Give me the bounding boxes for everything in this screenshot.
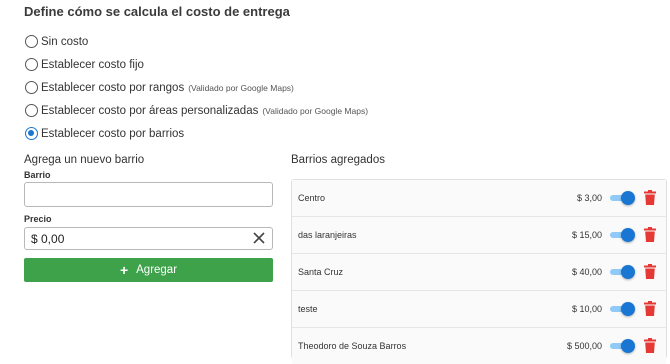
enabled-toggle[interactable] <box>610 228 636 242</box>
barrio-name: Santa Cruz <box>298 267 344 277</box>
option-label: Establecer costo fijo <box>41 58 144 71</box>
new-barrio-title: Agrega un nuevo barrio <box>24 154 145 166</box>
trash-icon[interactable] <box>644 190 656 205</box>
barrio-name: Theodoro de Souza Barros <box>298 341 407 351</box>
radio-button-selected[interactable] <box>25 127 38 140</box>
enabled-toggle[interactable] <box>610 302 636 316</box>
barrio-input[interactable] <box>24 182 273 207</box>
barrio-name: Centro <box>298 193 326 203</box>
option-costo-por-barrios[interactable]: Establecer costo por barrios <box>25 122 368 145</box>
enabled-toggle[interactable] <box>610 191 636 205</box>
list-item: Santa Cruz $ 40,00 <box>292 254 666 291</box>
enabled-toggle[interactable] <box>610 339 636 353</box>
option-sin-costo[interactable]: Sin costo <box>25 30 368 53</box>
barrios-list: Centro $ 3,00 das laranjeiras $ 15,00 Sa… <box>291 179 667 364</box>
barrio-price: $ 500,00 <box>566 341 602 351</box>
option-costo-fijo[interactable]: Establecer costo fijo <box>25 53 368 76</box>
radio-button[interactable] <box>25 81 38 94</box>
radio-button[interactable] <box>25 104 38 117</box>
barrio-name: teste <box>298 304 318 314</box>
page-title: Define cómo se calcula el costo de entre… <box>24 4 290 19</box>
trash-icon[interactable] <box>644 301 656 316</box>
barrio-price: $ 40,00 <box>571 267 602 277</box>
list-item: Centro $ 3,00 <box>292 180 666 217</box>
option-costo-por-areas[interactable]: Establecer costo por áreas personalizada… <box>25 99 368 122</box>
option-label: Establecer costo por barrios <box>41 127 185 140</box>
barrio-field-label: Barrio <box>24 170 51 180</box>
option-label: Establecer costo por áreas personalizada… <box>41 104 259 117</box>
add-barrio-button[interactable]: + Agregar <box>24 258 273 282</box>
plus-icon: + <box>119 262 129 278</box>
option-note: (Validado por Google Maps) <box>188 82 294 93</box>
precio-input[interactable] <box>24 227 273 250</box>
option-label: Establecer costo por rangos <box>41 81 185 94</box>
enabled-toggle[interactable] <box>610 265 636 279</box>
list-item: Theodoro de Souza Barros $ 500,00 <box>292 328 666 364</box>
add-button-label: Agregar <box>136 264 178 276</box>
option-costo-por-rangos[interactable]: Establecer costo por rangos (Validado po… <box>25 76 368 99</box>
radio-button[interactable] <box>25 58 38 71</box>
clear-icon[interactable] <box>252 231 266 245</box>
delivery-cost-options: Sin costo Establecer costo fijo Establec… <box>25 30 368 145</box>
radio-button[interactable] <box>25 35 38 48</box>
option-label: Sin costo <box>41 35 89 48</box>
list-item: das laranjeiras $ 15,00 <box>292 217 666 254</box>
trash-icon[interactable] <box>644 338 656 353</box>
barrio-name: das laranjeiras <box>298 230 357 240</box>
trash-icon[interactable] <box>644 264 656 279</box>
list-item: teste $ 10,00 <box>292 291 666 328</box>
option-note: (Validado por Google Maps) <box>262 105 369 116</box>
barrio-price: $ 3,00 <box>576 193 602 203</box>
trash-icon[interactable] <box>644 227 656 242</box>
barrio-price: $ 10,00 <box>571 304 602 314</box>
precio-field-label: Precio <box>24 214 52 224</box>
barrios-list-title: Barrios agregados <box>291 154 385 166</box>
barrio-price: $ 15,00 <box>571 230 602 240</box>
